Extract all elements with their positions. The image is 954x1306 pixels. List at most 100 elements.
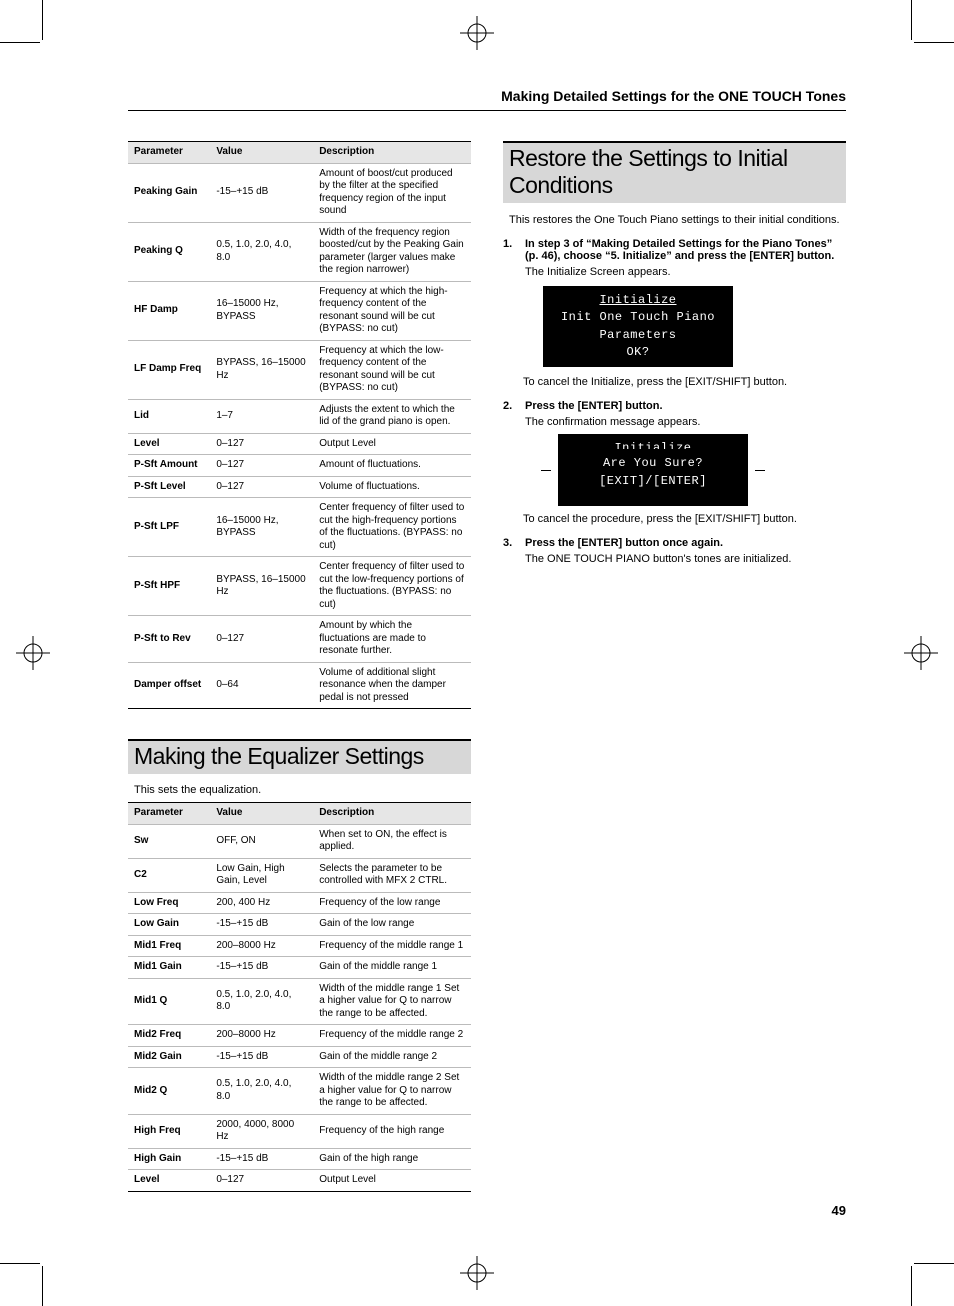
page-number: 49	[832, 1203, 846, 1218]
registration-mark-icon	[904, 636, 938, 670]
cell-value: BYPASS, 16–15000 Hz	[210, 340, 313, 399]
table-row: P-Sft HPFBYPASS, 16–15000 HzCenter frequ…	[128, 557, 471, 616]
registration-mark-icon	[460, 1256, 494, 1290]
cell-value: 16–15000 Hz, BYPASS	[210, 281, 313, 340]
lcd-line: Init One Touch Piano	[553, 309, 723, 326]
cell-param: P-Sft Amount	[128, 455, 210, 477]
cell-param: P-Sft HPF	[128, 557, 210, 616]
col-header: Parameter	[128, 142, 210, 164]
table-row: Mid2 Freq200–8000 HzFrequency of the mid…	[128, 1025, 471, 1047]
cell-param: LF Damp Freq	[128, 340, 210, 399]
table-row: Level0–127Output Level	[128, 1170, 471, 1192]
cell-param: Mid2 Freq	[128, 1025, 210, 1047]
crop-mark	[42, 1266, 43, 1306]
cell-param: Level	[128, 433, 210, 455]
cell-value: Low Gain, High Gain, Level	[210, 858, 313, 892]
cell-desc: Output Level	[313, 433, 471, 455]
cell-value: -15–+15 dB	[210, 957, 313, 979]
lcd-title-truncated: Initialize	[568, 440, 738, 449]
col-header: Parameter	[128, 803, 210, 825]
parameter-table-top: Parameter Value Description Peaking Gain…	[128, 141, 471, 709]
cell-desc: Volume of additional slight resonance wh…	[313, 662, 471, 709]
tick-mark	[541, 470, 551, 471]
lcd-line: Are You Sure?	[568, 455, 738, 472]
lcd-screen-initialize: Initialize Init One Touch Piano Paramete…	[543, 286, 733, 368]
restore-intro: This restores the One Touch Piano settin…	[509, 213, 846, 228]
table-row: SwOFF, ONWhen set to ON, the effect is a…	[128, 824, 471, 858]
cell-desc: Amount by which the fluctuations are mad…	[313, 616, 471, 663]
cell-param: Damper offset	[128, 662, 210, 709]
cell-desc: Volume of fluctuations.	[313, 476, 471, 498]
cell-desc: Selects the parameter to be controlled w…	[313, 858, 471, 892]
crop-mark	[42, 0, 43, 40]
cell-value: 0–127	[210, 1170, 313, 1192]
cell-param: Sw	[128, 824, 210, 858]
cell-desc: Frequency of the low range	[313, 892, 471, 914]
cell-value: 0.5, 1.0, 2.0, 4.0, 8.0	[210, 1068, 313, 1115]
cell-value: BYPASS, 16–15000 Hz	[210, 557, 313, 616]
cell-param: Lid	[128, 399, 210, 433]
cell-desc: Width of the frequency region boosted/cu…	[313, 222, 471, 281]
cell-desc: Width of the middle range 2 Set a higher…	[313, 1068, 471, 1115]
lcd-line: Parameters	[553, 327, 723, 344]
step-number: 2.	[503, 400, 517, 428]
cell-param: Low Gain	[128, 914, 210, 936]
table-row: Mid1 Gain-15–+15 dBGain of the middle ra…	[128, 957, 471, 979]
table-row: Peaking Q0.5, 1.0, 2.0, 4.0, 8.0Width of…	[128, 222, 471, 281]
table-row: Mid1 Freq200–8000 HzFrequency of the mid…	[128, 935, 471, 957]
cell-param: Mid1 Q	[128, 978, 210, 1025]
table-row: Peaking Gain-15–+15 dBAmount of boost/cu…	[128, 163, 471, 222]
col-header: Description	[313, 803, 471, 825]
table-row: P-Sft to Rev0–127Amount by which the flu…	[128, 616, 471, 663]
step-note: The confirmation message appears.	[525, 416, 846, 428]
step-number: 3.	[503, 537, 517, 565]
cell-desc: When set to ON, the effect is applied.	[313, 824, 471, 858]
cell-param: Mid2 Gain	[128, 1046, 210, 1068]
cell-param: High Freq	[128, 1114, 210, 1148]
cell-param: Peaking Q	[128, 222, 210, 281]
crop-mark	[911, 0, 912, 40]
step-cancel-note: To cancel the Initialize, press the [EXI…	[523, 375, 846, 390]
cell-param: P-Sft Level	[128, 476, 210, 498]
step-note: The Initialize Screen appears.	[525, 266, 846, 278]
cell-param: HF Damp	[128, 281, 210, 340]
cell-desc: Frequency of the middle range 1	[313, 935, 471, 957]
cell-desc: Gain of the low range	[313, 914, 471, 936]
step-number: 1.	[503, 238, 517, 278]
restore-heading: Restore the Settings to Initial Conditio…	[503, 141, 846, 203]
step-instruction: In step 3 of “Making Detailed Settings f…	[525, 238, 846, 262]
cell-desc: Gain of the middle range 2	[313, 1046, 471, 1068]
table-row: Mid2 Q0.5, 1.0, 2.0, 4.0, 8.0Width of th…	[128, 1068, 471, 1115]
cell-value: 0–127	[210, 476, 313, 498]
cell-value: 0.5, 1.0, 2.0, 4.0, 8.0	[210, 222, 313, 281]
table-row: High Freq2000, 4000, 8000 HzFrequency of…	[128, 1114, 471, 1148]
crop-mark	[0, 1263, 40, 1264]
cell-value: -15–+15 dB	[210, 1046, 313, 1068]
cell-value: -15–+15 dB	[210, 163, 313, 222]
cell-param: Level	[128, 1170, 210, 1192]
table-row: Mid1 Q0.5, 1.0, 2.0, 4.0, 8.0Width of th…	[128, 978, 471, 1025]
step-2: 2. Press the [ENTER] button. The confirm…	[503, 400, 846, 428]
col-header: Value	[210, 803, 313, 825]
cell-desc: Center frequency of filter used to cut t…	[313, 498, 471, 557]
cell-desc: Amount of fluctuations.	[313, 455, 471, 477]
cell-param: P-Sft LPF	[128, 498, 210, 557]
equalizer-heading: Making the Equalizer Settings	[128, 739, 471, 774]
table-row: HF Damp16–15000 Hz, BYPASSFrequency at w…	[128, 281, 471, 340]
cell-param: Peaking Gain	[128, 163, 210, 222]
table-row: Mid2 Gain-15–+15 dBGain of the middle ra…	[128, 1046, 471, 1068]
table-row: Lid1–7Adjusts the extent to which the li…	[128, 399, 471, 433]
crop-mark	[914, 1263, 954, 1264]
lcd-screen-confirm: Initialize Are You Sure? [EXIT]/[ENTER]	[558, 434, 748, 506]
cell-param: Low Freq	[128, 892, 210, 914]
cell-param: Mid1 Freq	[128, 935, 210, 957]
col-header: Description	[313, 142, 471, 164]
equalizer-intro: This sets the equalization.	[134, 784, 471, 796]
cell-param: Mid2 Q	[128, 1068, 210, 1115]
lcd-line: [EXIT]/[ENTER]	[568, 473, 738, 490]
cell-desc: Frequency at which the high-frequency co…	[313, 281, 471, 340]
crop-mark	[911, 1266, 912, 1306]
table-row: High Gain-15–+15 dBGain of the high rang…	[128, 1148, 471, 1170]
cell-value: 16–15000 Hz, BYPASS	[210, 498, 313, 557]
cell-value: 200, 400 Hz	[210, 892, 313, 914]
